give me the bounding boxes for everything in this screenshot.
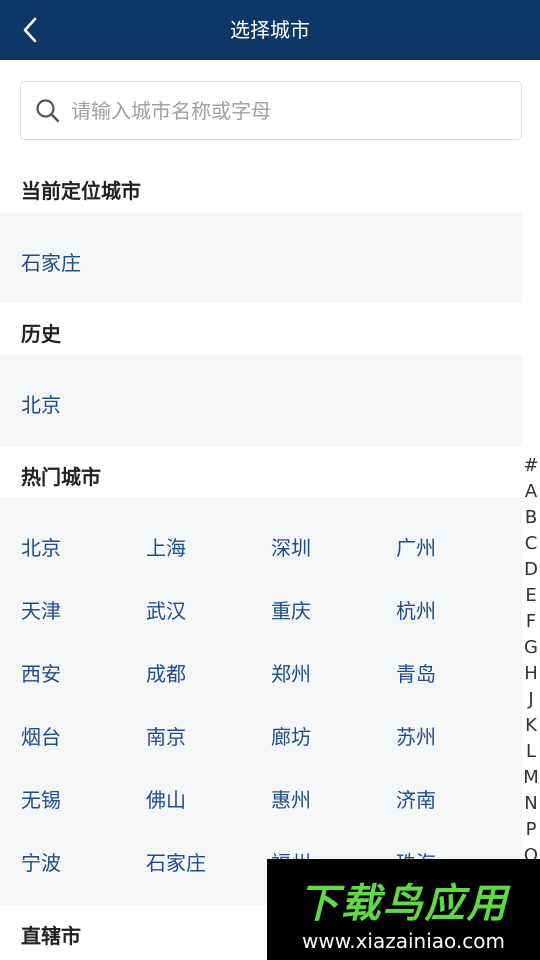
index-letter[interactable]: N xyxy=(520,791,540,817)
hot-city-item[interactable]: 石家庄 xyxy=(146,847,206,876)
history-block: 北京 xyxy=(0,355,522,446)
hot-city-item[interactable]: 宁波 xyxy=(21,847,61,876)
watermark-url: www.xiazainiao.com xyxy=(302,929,505,953)
hot-city-item[interactable]: 成都 xyxy=(146,658,186,687)
index-letter[interactable]: D xyxy=(520,557,540,583)
hot-city-item[interactable]: 广州 xyxy=(396,532,436,561)
index-letter[interactable]: K xyxy=(520,713,540,739)
index-letter[interactable]: M xyxy=(520,765,540,791)
search-icon xyxy=(35,98,61,124)
hot-city-item[interactable]: 武汉 xyxy=(146,595,186,624)
section-title-history: 历史 xyxy=(21,322,61,346)
hot-city-item[interactable]: 苏州 xyxy=(396,721,436,750)
index-letter[interactable]: H xyxy=(520,661,540,687)
index-letter[interactable]: J xyxy=(520,687,540,713)
index-letter[interactable]: L xyxy=(520,739,540,765)
hot-city-item[interactable]: 佛山 xyxy=(146,784,186,813)
hot-city-item[interactable]: 杭州 xyxy=(396,595,436,624)
hot-city-item[interactable]: 南京 xyxy=(146,721,186,750)
page-title: 选择城市 xyxy=(230,18,310,42)
hot-city-item[interactable]: 深圳 xyxy=(271,532,311,561)
index-letter[interactable]: E xyxy=(520,583,540,609)
current-city-block: 石家庄 xyxy=(0,213,522,303)
index-letter[interactable]: B xyxy=(520,505,540,531)
history-city[interactable]: 北京 xyxy=(21,389,61,418)
hot-city-item[interactable]: 天津 xyxy=(21,595,61,624)
section-title-current: 当前定位城市 xyxy=(21,179,141,203)
alphabet-index[interactable]: # A B C D E F G H J K L M N P Q xyxy=(520,453,540,869)
index-letter[interactable]: # xyxy=(520,453,540,479)
index-letter[interactable]: A xyxy=(520,479,540,505)
hot-cities-block: 北京 上海 深圳 广州天津 武汉 重庆 杭州西安 成都 郑州 青岛烟台 南京 廊坊 苏州无锡 佛山 惠州 济南… xyxy=(0,498,522,905)
top-bar: 选择城市 xyxy=(0,0,540,60)
search-field[interactable] xyxy=(20,81,522,140)
hot-city-item[interactable]: 烟台 xyxy=(21,721,61,750)
hot-city-item[interactable]: 无锡 xyxy=(21,784,61,813)
hot-city-item[interactable]: 济南 xyxy=(396,784,436,813)
index-letter[interactable]: P xyxy=(520,817,540,843)
hot-city-item[interactable]: 北京 xyxy=(21,532,61,561)
hot-city-item[interactable]: 郑州 xyxy=(271,658,311,687)
hot-city-item[interactable]: 廊坊 xyxy=(271,721,311,750)
watermark-brand: 下载鸟应用 xyxy=(298,881,509,927)
index-letter[interactable]: F xyxy=(520,609,540,635)
section-title-municipality: 直辖市 xyxy=(21,924,81,948)
search-input[interactable] xyxy=(71,90,491,131)
hot-city-item[interactable]: 惠州 xyxy=(271,784,311,813)
hot-city-item[interactable]: 西安 xyxy=(21,658,61,687)
hot-city-item[interactable]: 上海 xyxy=(146,532,186,561)
index-letter[interactable]: G xyxy=(520,635,540,661)
section-title-hot: 热门城市 xyxy=(21,465,101,489)
hot-city-item[interactable]: 青岛 xyxy=(396,658,436,687)
hot-city-item[interactable]: 重庆 xyxy=(271,595,311,624)
current-city[interactable]: 石家庄 xyxy=(21,247,81,276)
index-letter[interactable]: C xyxy=(520,531,540,557)
watermark-logo: 下载鸟应用 www.xiazainiao.com xyxy=(267,859,540,960)
